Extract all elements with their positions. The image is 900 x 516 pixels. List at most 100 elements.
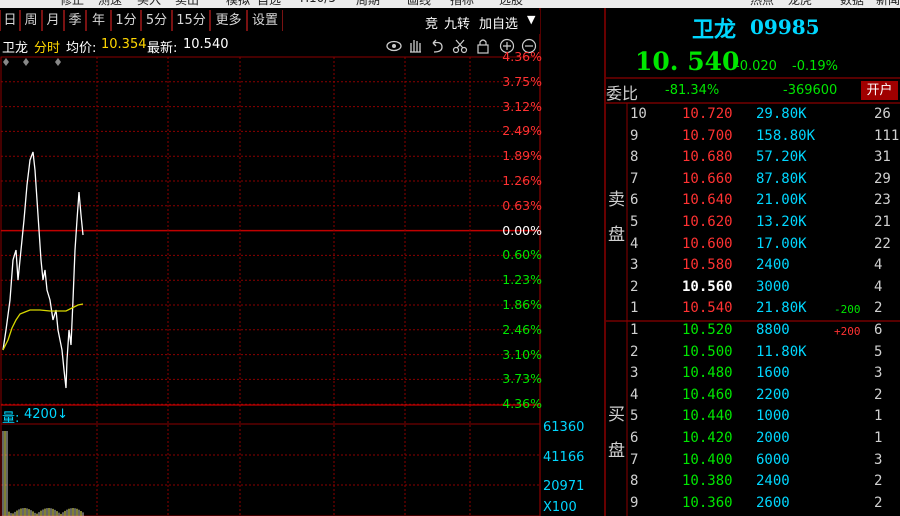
- last-price-value: 10.540: [183, 37, 229, 52]
- book-level: 7: [630, 170, 639, 187]
- bid-row[interactable]: 7 10.400 6000 3: [606, 452, 900, 473]
- ask-row[interactable]: 5 10.620 13.20K 21: [606, 214, 900, 235]
- book-count: 22: [874, 235, 891, 252]
- book-volume: 158.80K: [756, 127, 816, 144]
- volume-tick-1: 61360: [543, 420, 585, 435]
- book-count: 1: [874, 408, 883, 425]
- percent-tick-label: 2.46%: [502, 321, 542, 337]
- book-level: 9: [630, 127, 639, 144]
- book-level: 5: [630, 214, 639, 230]
- book-count: 29: [874, 170, 891, 187]
- book-volume: 2400: [756, 473, 790, 490]
- period-tab[interactable]: 周: [20, 10, 42, 31]
- percent-tick-label: 1.26%: [502, 173, 542, 188]
- mode-label: 分时: [34, 41, 61, 56]
- book-count: 5: [874, 343, 883, 360]
- period-tab[interactable]: 5分: [141, 10, 172, 31]
- book-level: 8: [630, 149, 639, 166]
- percent-tick-label: 3.12%: [502, 98, 542, 114]
- btn-auction[interactable]: 竞: [425, 13, 438, 32]
- stock-name-label: 卫龙: [2, 41, 29, 56]
- marker-diamond: [3, 58, 9, 66]
- weibi-diff: -369600: [783, 83, 838, 98]
- book-volume: 6000: [756, 451, 790, 468]
- ask-row[interactable]: 1 10.540 21.80K -200 2: [606, 300, 900, 321]
- price-change: -0.020: [735, 59, 777, 74]
- period-tab[interactable]: 年: [86, 10, 111, 31]
- book-level: 1: [630, 300, 639, 317]
- marker-diamond: [23, 58, 29, 66]
- ask-row[interactable]: 3 10.580 2400 4: [606, 257, 900, 278]
- btn-nine-turn[interactable]: 九转: [444, 13, 470, 32]
- eye-icon[interactable]: [386, 40, 402, 52]
- period-tab[interactable]: 设置: [247, 10, 283, 31]
- ask-row[interactable]: 9 10.700 158.80K 111: [606, 128, 900, 149]
- book-price: 10.480: [682, 365, 733, 382]
- ask-row[interactable]: 4 10.600 17.00K 22: [606, 236, 900, 257]
- bid-row[interactable]: 6 10.420 2000 1: [606, 430, 900, 451]
- book-count: 4: [874, 257, 883, 274]
- book-level: 8: [630, 473, 639, 490]
- percent-tick-label: 2.49%: [502, 123, 542, 139]
- period-tab[interactable]: 1分: [111, 10, 141, 31]
- period-tab[interactable]: 季: [64, 10, 86, 31]
- book-level: 6: [630, 430, 639, 446]
- book-level: 3: [630, 257, 639, 274]
- lock-icon[interactable]: [477, 39, 489, 54]
- percent-tick-label: 1.86%: [502, 297, 542, 312]
- volume-tick-2: 41166: [543, 450, 585, 465]
- bid-row[interactable]: 3 10.480 1600 3: [606, 365, 900, 386]
- marker-diamond: [55, 58, 61, 66]
- hand-icon[interactable]: [410, 40, 421, 53]
- book-volume: 2200: [756, 386, 790, 403]
- volume-label: 量:: [2, 411, 20, 426]
- bid-row[interactable]: 5 10.440 1000 1: [606, 408, 900, 429]
- percent-tick-label: 3.10%: [502, 346, 542, 362]
- book-count: 3: [874, 365, 883, 382]
- period-tab[interactable]: 更多: [210, 10, 247, 31]
- book-count: 6: [874, 322, 883, 338]
- book-count: 26: [874, 106, 891, 122]
- bid-row[interactable]: 2 10.500 11.80K 5: [606, 344, 900, 365]
- book-volume: 21.80K: [756, 300, 807, 317]
- book-volume: 29.80K: [756, 106, 807, 122]
- book-volume: 1000: [756, 408, 790, 425]
- percent-tick-label: 0.60%: [502, 247, 542, 263]
- open-account-button[interactable]: 开户: [861, 81, 898, 100]
- percent-tick-label: 3.73%: [502, 371, 542, 387]
- book-level: 7: [630, 451, 639, 468]
- book-price: 10.440: [682, 408, 733, 425]
- bid-row[interactable]: 9 10.360 2600 2: [606, 495, 900, 516]
- ask-row[interactable]: 10 10.720 29.80K 26: [606, 106, 900, 127]
- book-price: 10.620: [682, 214, 733, 230]
- ask-row[interactable]: 6 10.640 21.00K 23: [606, 192, 900, 213]
- ask-row[interactable]: 7 10.660 87.80K 29: [606, 171, 900, 192]
- book-volume: 21.00K: [756, 192, 807, 209]
- book-volume: 2000: [756, 430, 790, 446]
- book-count: 31: [874, 149, 891, 166]
- stock-title-code: 09985: [750, 15, 820, 39]
- period-tab[interactable]: 月: [42, 10, 64, 31]
- bid-row[interactable]: 1 10.520 8800 +200 6: [606, 322, 900, 343]
- weibi-pct: -81.34%: [665, 83, 720, 98]
- toolbar-dropdown-icon[interactable]: ▼: [527, 13, 535, 26]
- undo-icon[interactable]: [432, 39, 443, 53]
- percent-tick-label: 3.75%: [502, 73, 542, 89]
- ask-row[interactable]: 8 10.680 57.20K 31: [606, 149, 900, 170]
- avg-price-value: 10.354: [101, 37, 147, 52]
- bid-row[interactable]: 8 10.380 2400 2: [606, 473, 900, 494]
- book-level: 6: [630, 192, 639, 209]
- last-price-label: 最新:: [147, 41, 178, 56]
- weibi-label: 委比: [606, 84, 639, 103]
- book-volume: 87.80K: [756, 170, 807, 187]
- book-level: 10: [630, 106, 647, 122]
- period-tab[interactable]: 日: [0, 10, 20, 31]
- scissors-icon[interactable]: [452, 39, 468, 54]
- period-tab[interactable]: 15分: [172, 10, 210, 31]
- ask-row[interactable]: 2 10.560 3000 4: [606, 279, 900, 300]
- add-watchlist-button[interactable]: 加自选: [479, 13, 518, 32]
- percent-tick-label: 0.00%: [502, 222, 542, 238]
- bid-row[interactable]: 4 10.460 2200 2: [606, 387, 900, 408]
- book-count: 23: [874, 192, 891, 209]
- book-count: 21: [874, 214, 891, 230]
